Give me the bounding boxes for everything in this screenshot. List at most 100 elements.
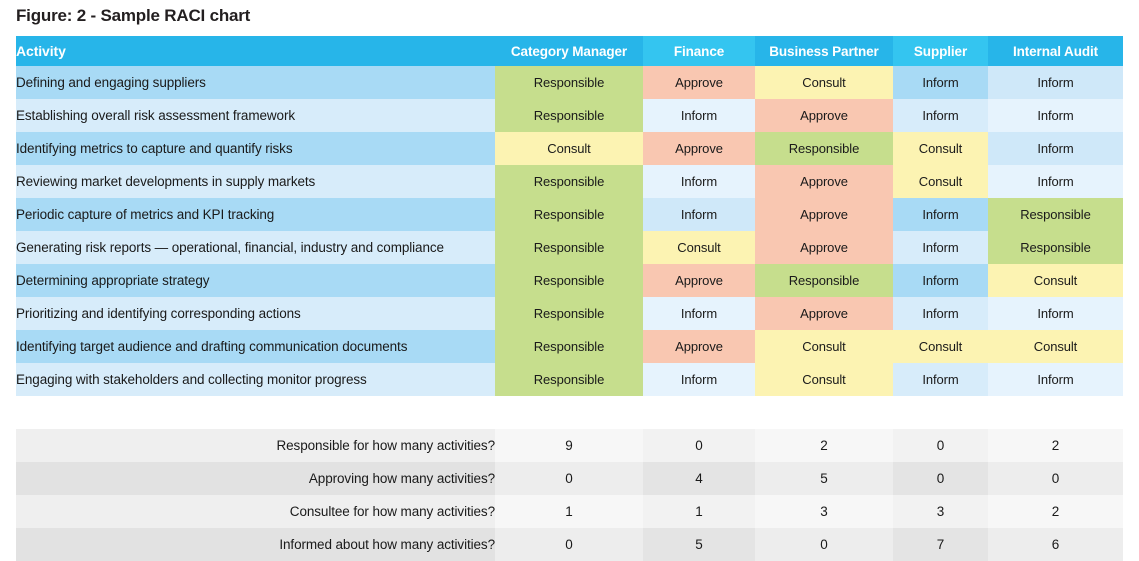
raci-cell-supplier: Inform	[893, 198, 988, 231]
raci-cell-supplier: Inform	[893, 363, 988, 396]
summary-row: Informed about how many activities? 0 5 0 7 6	[16, 528, 1123, 561]
raci-cell-business_partner: Responsible	[755, 132, 893, 165]
raci-cell-business_partner: Approve	[755, 297, 893, 330]
summary-question-label: Approving how many activities?	[16, 462, 495, 495]
raci-cell-supplier: Inform	[893, 66, 988, 99]
section-divider	[16, 396, 1123, 429]
summary-row: Consultee for how many activities? 1 1 3 3 2	[16, 495, 1123, 528]
raci-cell-finance: Consult	[643, 231, 755, 264]
activity-cell: Generating risk reports — operational, f…	[16, 231, 495, 264]
raci-cell-business_partner: Responsible	[755, 264, 893, 297]
summary-count-category_manager: 0	[495, 462, 643, 495]
raci-cell-category_manager: Responsible	[495, 231, 643, 264]
table-row: Generating risk reports — operational, f…	[16, 231, 1123, 264]
raci-cell-supplier: Inform	[893, 264, 988, 297]
raci-cell-finance: Inform	[643, 165, 755, 198]
raci-cell-supplier: Consult	[893, 165, 988, 198]
summary-count-supplier: 0	[893, 429, 988, 462]
summary-count-internal_audit: 6	[988, 528, 1123, 561]
activity-cell: Periodic capture of metrics and KPI trac…	[16, 198, 495, 231]
activity-cell: Engaging with stakeholders and collectin…	[16, 363, 495, 396]
raci-cell-category_manager: Consult	[495, 132, 643, 165]
raci-cell-finance: Inform	[643, 363, 755, 396]
raci-cell-finance: Inform	[643, 297, 755, 330]
column-header-business-partner[interactable]: Business Partner	[755, 36, 893, 66]
column-header-finance[interactable]: Finance	[643, 36, 755, 66]
raci-cell-supplier: Consult	[893, 330, 988, 363]
table-row: Determining appropriate strategy Responsi…	[16, 264, 1123, 297]
summary-count-finance: 5	[643, 528, 755, 561]
table-row: Identifying metrics to capture and quant…	[16, 132, 1123, 165]
summary-count-internal_audit: 2	[988, 495, 1123, 528]
activity-cell: Identifying metrics to capture and quant…	[16, 132, 495, 165]
raci-cell-category_manager: Responsible	[495, 363, 643, 396]
raci-cell-business_partner: Consult	[755, 363, 893, 396]
raci-cell-internal_audit: Inform	[988, 363, 1123, 396]
summary-question-label: Consultee for how many activities?	[16, 495, 495, 528]
activity-cell: Prioritizing and identifying correspondi…	[16, 297, 495, 330]
header-row: Activity Category Manager Finance Busine…	[16, 36, 1123, 66]
raci-cell-category_manager: Responsible	[495, 198, 643, 231]
summary-count-finance: 0	[643, 429, 755, 462]
figure-title: Figure: 2 - Sample RACI chart	[16, 6, 251, 25]
raci-cell-finance: Approve	[643, 66, 755, 99]
summary-count-business_partner: 3	[755, 495, 893, 528]
raci-cell-supplier: Inform	[893, 297, 988, 330]
raci-cell-finance: Inform	[643, 99, 755, 132]
raci-cell-business_partner: Approve	[755, 165, 893, 198]
raci-cell-category_manager: Responsible	[495, 297, 643, 330]
raci-cell-finance: Approve	[643, 264, 755, 297]
summary-count-category_manager: 0	[495, 528, 643, 561]
activity-cell: Identifying target audience and drafting…	[16, 330, 495, 363]
summary-count-category_manager: 1	[495, 495, 643, 528]
summary-question-label: Informed about how many activities?	[16, 528, 495, 561]
raci-cell-internal_audit: Inform	[988, 132, 1123, 165]
raci-cell-category_manager: Responsible	[495, 264, 643, 297]
raci-cell-internal_audit: Responsible	[988, 231, 1123, 264]
raci-cell-supplier: Inform	[893, 99, 988, 132]
table-row: Identifying target audience and drafting…	[16, 330, 1123, 363]
raci-cell-internal_audit: Consult	[988, 330, 1123, 363]
raci-cell-internal_audit: Inform	[988, 297, 1123, 330]
column-header-activity[interactable]: Activity	[16, 36, 495, 66]
raci-cell-internal_audit: Inform	[988, 99, 1123, 132]
summary-count-category_manager: 9	[495, 429, 643, 462]
raci-chart-table: Activity Category Manager Finance Busine…	[16, 36, 1123, 561]
column-header-category-manager[interactable]: Category Manager	[495, 36, 643, 66]
column-header-internal-audit[interactable]: Internal Audit	[988, 36, 1123, 66]
raci-cell-business_partner: Consult	[755, 66, 893, 99]
summary-count-business_partner: 0	[755, 528, 893, 561]
summary-count-internal_audit: 2	[988, 429, 1123, 462]
raci-cell-supplier: Inform	[893, 231, 988, 264]
raci-cell-business_partner: Consult	[755, 330, 893, 363]
raci-cell-internal_audit: Consult	[988, 264, 1123, 297]
raci-cell-finance: Approve	[643, 330, 755, 363]
summary-count-supplier: 0	[893, 462, 988, 495]
summary-count-supplier: 3	[893, 495, 988, 528]
activity-cell: Establishing overall risk assessment fra…	[16, 99, 495, 132]
summary-count-finance: 1	[643, 495, 755, 528]
raci-cell-finance: Approve	[643, 132, 755, 165]
table-row: Defining and engaging suppliers Responsib…	[16, 66, 1123, 99]
table-row: Establishing overall risk assessment fra…	[16, 99, 1123, 132]
raci-cell-business_partner: Approve	[755, 231, 893, 264]
summary-row: Responsible for how many activities? 9 0 2 0…	[16, 429, 1123, 462]
table-row: Engaging with stakeholders and collectin…	[16, 363, 1123, 396]
activity-cell: Determining appropriate strategy	[16, 264, 495, 297]
activity-cell: Defining and engaging suppliers	[16, 66, 495, 99]
raci-cell-internal_audit: Inform	[988, 165, 1123, 198]
raci-cell-supplier: Consult	[893, 132, 988, 165]
raci-cell-category_manager: Responsible	[495, 99, 643, 132]
raci-cell-internal_audit: Inform	[988, 66, 1123, 99]
divider-cell	[16, 396, 1123, 429]
raci-cell-finance: Inform	[643, 198, 755, 231]
raci-cell-category_manager: Responsible	[495, 165, 643, 198]
raci-cell-category_manager: Responsible	[495, 330, 643, 363]
table-header: Activity Category Manager Finance Busine…	[16, 36, 1123, 66]
table-row: Periodic capture of metrics and KPI trac…	[16, 198, 1123, 231]
column-header-supplier[interactable]: Supplier	[893, 36, 988, 66]
activity-rows: Defining and engaging suppliers Responsib…	[16, 66, 1123, 396]
summary-rows: Responsible for how many activities? 9 0 2 0…	[16, 396, 1123, 561]
summary-count-business_partner: 5	[755, 462, 893, 495]
summary-count-business_partner: 2	[755, 429, 893, 462]
